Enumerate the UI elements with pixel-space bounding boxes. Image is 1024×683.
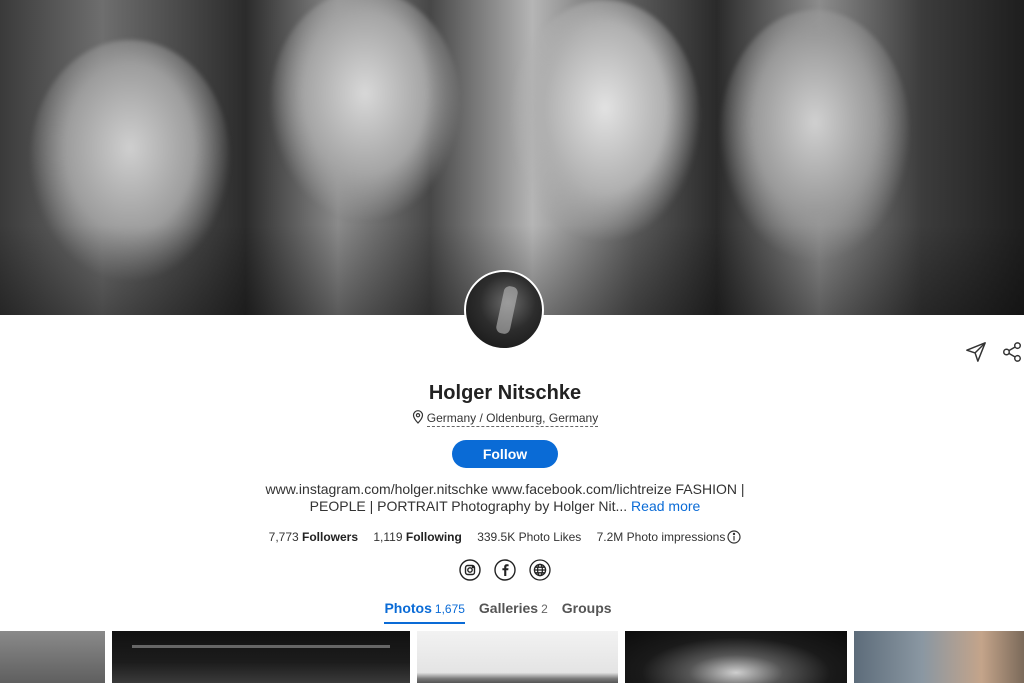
tab-photos[interactable]: Photos 1,675 [384, 600, 465, 624]
profile-stats: 7,773 Followers 1,119 Following 339.5K P… [0, 530, 1010, 544]
avatar[interactable] [464, 270, 544, 350]
followers-count: 7,773 [268, 530, 299, 544]
photo-grid [0, 631, 1024, 683]
tab-label: Galleries [478, 600, 539, 616]
website-icon[interactable] [529, 559, 551, 581]
tab-label: Groups [561, 600, 612, 616]
cover-face [510, 0, 700, 240]
location[interactable]: Germany / Oldenburg, Germany [0, 410, 1010, 427]
info-icon[interactable] [727, 530, 741, 544]
followers-label: Followers [302, 530, 359, 544]
social-links [459, 559, 551, 581]
photo-thumbnail[interactable] [854, 631, 1024, 683]
tab-groups[interactable]: Groups [562, 600, 612, 624]
location-pin-icon [412, 410, 423, 424]
following-stat[interactable]: 1,119 Following [373, 530, 461, 544]
photo-thumbnail[interactable] [112, 631, 410, 683]
tab-label: Photos [384, 600, 432, 616]
photo-thumbnail[interactable] [625, 631, 847, 683]
cover-photo [0, 0, 1024, 315]
tab-galleries[interactable]: Galleries 2 [479, 600, 548, 624]
following-label: Following [405, 530, 462, 544]
profile-name: Holger Nitschke [428, 382, 582, 404]
tab-count: 1,675 [434, 602, 465, 616]
tab-count: 2 [541, 602, 548, 616]
bio: www.instagram.com/holger.nitschke www.fa… [262, 481, 748, 515]
instagram-icon[interactable] [459, 559, 481, 581]
followers-stat[interactable]: 7,773 Followers [269, 530, 358, 544]
photo-impressions-stat: 7.2M Photo impressions [597, 530, 742, 544]
location-text[interactable]: Germany / Oldenburg, Germany [426, 411, 599, 427]
facebook-icon[interactable] [494, 559, 516, 581]
photo-thumbnail[interactable] [0, 631, 105, 683]
cover-face [720, 10, 910, 260]
following-count: 1,119 [373, 530, 403, 544]
send-message-icon[interactable] [964, 340, 988, 364]
photo-thumbnail[interactable] [417, 631, 618, 683]
share-icon[interactable] [1000, 340, 1024, 364]
read-more-link[interactable]: Read more [631, 498, 700, 514]
cover-face [270, 0, 460, 220]
photo-impressions-text: 7.2M Photo impressions [596, 530, 726, 544]
profile-actions [964, 340, 1024, 364]
profile-tabs: Photos 1,675 Galleries 2 Groups [0, 600, 996, 624]
follow-button[interactable]: Follow [452, 440, 558, 468]
photo-likes-stat: 339.5K Photo Likes [477, 530, 582, 544]
